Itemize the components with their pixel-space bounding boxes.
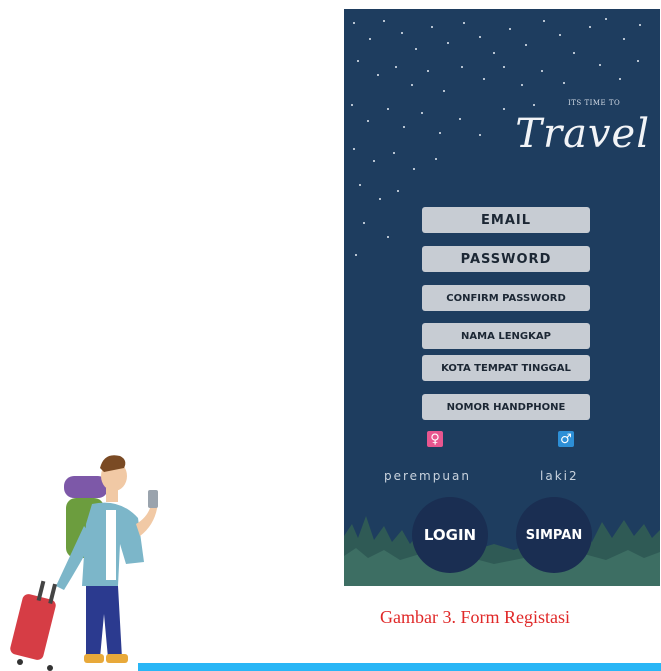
confirm-password-field[interactable]: CONFIRM PASSWORD [422,285,590,311]
full-name-field[interactable]: NAMA LENGKAP [422,323,590,349]
figure-caption: Gambar 3. Form Registasi [380,607,570,627]
email-field[interactable]: EMAIL [422,207,590,233]
forest-silhouette [344,516,660,586]
city-field[interactable]: KOTA TEMPAT TINGGAL [422,355,590,381]
traveler-illustration [10,455,158,671]
accent-bar [138,663,661,671]
female-label: perempuan [384,469,471,483]
male-label: laki2 [540,469,579,483]
app-brand-logo: Travel [515,111,650,157]
male-icon[interactable]: ♂ [558,431,574,447]
phone-number-field[interactable]: NOMOR HANDPHONE [422,394,590,420]
registration-screen: ITS TIME TO Travel EMAIL PASSWORD CONFIR… [344,9,660,586]
save-button[interactable]: SIMPAN [516,497,592,573]
app-tagline: ITS TIME TO [568,99,621,107]
female-icon[interactable]: ♀ [427,431,443,447]
password-field[interactable]: PASSWORD [422,246,590,272]
login-button[interactable]: LOGIN [412,497,488,573]
